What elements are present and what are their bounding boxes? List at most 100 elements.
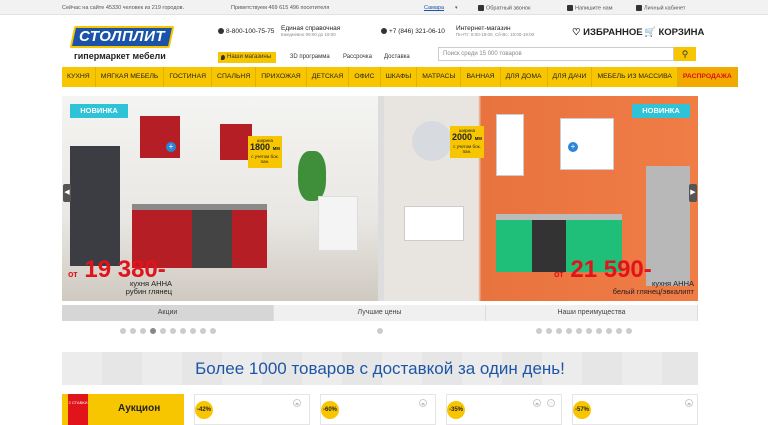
callback-link[interactable]: Обратный звонок [478,5,530,11]
page-dot[interactable] [546,328,552,334]
lower-cabinet-image [496,220,532,272]
nav-item-bathroom[interactable]: ВАННАЯ [461,67,501,87]
nav-item-office[interactable]: ОФИС [349,67,381,87]
online-counter: Сейчас на сайте 45330 человек из 219 гор… [62,5,185,11]
cart-icon: 🛒 [644,27,656,38]
logo-text: СТОЛПЛИТ [78,28,166,45]
slider-next-arrow[interactable]: ▶ [689,184,697,202]
cabinet-image [140,116,180,158]
search-input[interactable]: Поиск среди 15 000 товаров [438,47,674,61]
phone-icon [381,28,387,35]
compare-icon[interactable]: ⇆ [293,399,301,407]
page-dot[interactable] [170,328,176,334]
user-icon [636,5,642,11]
page-dot[interactable] [120,328,126,334]
write-us-link[interactable]: Напишите нам [567,5,613,11]
nav-item-bedroom[interactable]: СПАЛЬНЯ [212,67,257,87]
header: СТОЛПЛИТ гипермаркет мебели 8-800-100-75… [0,15,768,67]
city-selector[interactable]: Самара [424,5,444,11]
compare-icon[interactable]: ⇆ [533,399,541,407]
product-card[interactable]: -60% ⇆ [320,394,436,425]
visitor-greeting: Приветствуем 469 615 496 посетителя [231,5,330,11]
slider-prev-arrow[interactable]: ◀ [63,184,71,202]
slide-kitchen-white[interactable]: НОВИНКА + ширина 2000 мм с учетом бок. пан… [384,96,698,301]
page-dot[interactable] [566,328,572,334]
tab-best-prices[interactable]: Лучшие цены [274,305,486,321]
page-dot-active[interactable] [150,328,156,334]
page-dot[interactable] [180,328,186,334]
discount-badge: -60% [321,401,339,419]
page-dot[interactable] [200,328,206,334]
pagination-dots-advantages [536,328,632,336]
pagination-dots-promotions [120,328,216,336]
favorite-icon[interactable]: ♡ [547,399,555,407]
tab-advantages[interactable]: Наши преимущества [486,305,698,321]
page-dot[interactable] [377,328,383,334]
link-3d-program[interactable]: 3D программа [290,54,330,60]
slide-kitchen-ruby[interactable]: НОВИНКА + ширина 1800 мм с учетом бок. пан… [62,96,378,301]
promo-cards: 2 СТАВКИ Аукцион -42% ⇆ -60% ⇆ -35% ⇆ ♡ … [62,394,698,425]
nav-item-kitchen[interactable]: КУХНЯ [62,67,96,87]
tab-promotions[interactable]: Акции [62,305,274,321]
page-dot[interactable] [130,328,136,334]
pagination-dots-best-prices [377,328,383,336]
our-shops-button[interactable]: Наши магазины [218,52,276,63]
nav-item-kids[interactable]: ДЕТСКАЯ [307,67,350,87]
nav-item-mattresses[interactable]: МАТРАСЫ [417,67,462,87]
auction-label: Аукцион [118,403,161,414]
phone-shop[interactable]: +7 (846) 321-06-10 [381,28,445,35]
plant-image [298,151,326,201]
fridge-image [70,146,120,266]
page-dot[interactable] [626,328,632,334]
new-badge: НОВИНКА [70,104,128,118]
plus-icon[interactable]: + [568,142,578,152]
compare-icon[interactable]: ⇆ [685,399,693,407]
oven-image [192,210,232,268]
phone-icon [478,5,484,11]
account-link[interactable]: Личный кабинет [636,5,685,11]
page-dot[interactable] [616,328,622,334]
link-installment[interactable]: Рассрочка [343,54,372,60]
page-dot[interactable] [586,328,592,334]
page-dot[interactable] [556,328,562,334]
link-delivery[interactable]: Доставка [384,54,410,60]
plus-icon[interactable]: + [166,142,176,152]
nav-item-hallway[interactable]: ПРИХОЖАЯ [256,67,307,87]
logo-subtitle: гипермаркет мебели [74,51,166,61]
page-dot[interactable] [160,328,166,334]
phone-main-label: Единая справочная Ежедневно 09:00 до 19:0… [281,25,341,37]
favorites-link[interactable]: ♡ ИЗБРАННОЕ [572,27,643,38]
chevron-down-icon: ▾ [455,5,458,11]
compare-icon[interactable]: ⇆ [419,399,427,407]
discount-badge: -57% [573,401,591,419]
discount-badge: -35% [447,401,465,419]
product-card[interactable]: -57% ⇆ [572,394,698,425]
search-button[interactable]: ⚲ [674,47,696,61]
nav-item-country[interactable]: ДЛЯ ДАЧИ [548,67,593,87]
auction-card[interactable]: 2 СТАВКИ Аукцион [62,394,184,425]
new-badge: НОВИНКА [632,104,690,118]
nav-item-solid-wood[interactable]: МЕБЕЛЬ ИЗ МАССИВА [592,67,678,87]
mail-icon [567,5,573,11]
nav-item-sale[interactable]: РАСПРОДАЖА [677,67,738,87]
product-card[interactable]: -35% ⇆ ♡ [446,394,562,425]
page-dot[interactable] [140,328,146,334]
phone-main[interactable]: 8-800-100-75-75 [218,28,274,35]
page-dot[interactable] [190,328,196,334]
nav-item-living-room[interactable]: ГОСТИНАЯ [164,67,213,87]
search-icon: ⚲ [681,49,689,59]
product-name: кухня АННА белый глянец/эвкалипт [612,279,694,296]
cart-link[interactable]: 🛒 КОРЗИНА [644,27,704,38]
page-dot[interactable] [606,328,612,334]
page-dot[interactable] [576,328,582,334]
delivery-banner[interactable]: Более 1000 товаров с доставкой за один д… [62,352,698,385]
promo-slider: НОВИНКА + ширина 1800 мм с учетом бок. пан… [62,96,698,301]
nav-item-wardrobes[interactable]: ШКАФЫ [381,67,418,87]
logo[interactable]: СТОЛПЛИТ [69,26,175,48]
nav-item-home[interactable]: ДЛЯ ДОМА [501,67,548,87]
page-dot[interactable] [596,328,602,334]
nav-item-upholstered[interactable]: МЯГКАЯ МЕБЕЛЬ [96,67,165,87]
page-dot[interactable] [210,328,216,334]
page-dot[interactable] [536,328,542,334]
product-card[interactable]: -42% ⇆ [194,394,310,425]
